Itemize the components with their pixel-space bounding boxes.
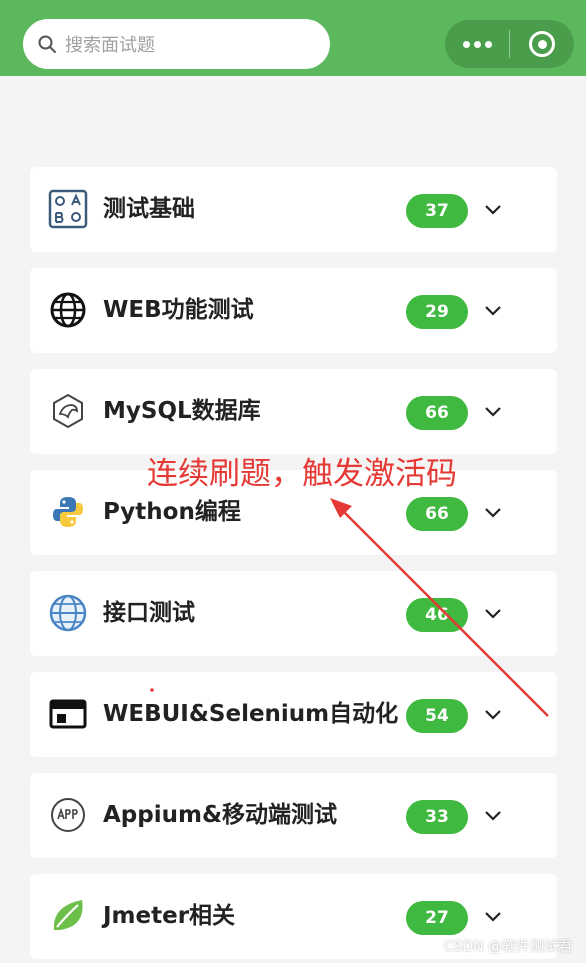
chevron-down-icon[interactable]: [484, 806, 502, 824]
category-label: WEBUI&Selenium自动化: [103, 701, 399, 727]
chevron-down-icon[interactable]: [484, 907, 502, 925]
search-placeholder: 搜索面试题: [65, 35, 155, 56]
category-item-web-functional-testing[interactable]: WEB功能测试 29: [30, 268, 557, 353]
question-count-badge: 29: [406, 295, 468, 329]
chevron-down-icon[interactable]: [484, 503, 502, 521]
leaf-icon: [48, 896, 88, 936]
question-count-badge: 66: [406, 497, 468, 531]
app-icon: [48, 795, 88, 835]
close-miniprogram-button[interactable]: [510, 20, 574, 68]
category-label: 接口测试: [103, 600, 195, 626]
category-label: 测试基础: [103, 196, 195, 222]
header-bar: 搜索面试题: [0, 0, 586, 76]
browser-window-icon: [48, 694, 88, 734]
category-label: WEB功能测试: [103, 297, 254, 323]
category-label: MySQL数据库: [103, 398, 261, 424]
miniprogram-capsule: [445, 20, 574, 68]
globe-icon: [48, 290, 88, 330]
question-count-badge: 37: [406, 194, 468, 228]
category-item-appium-mobile[interactable]: Appium&移动端测试 33: [30, 773, 557, 858]
mysql-dolphin-icon: [48, 391, 88, 431]
watermark: CSDN @软件测试君: [443, 939, 572, 955]
category-item-webui-selenium[interactable]: WEBUI&Selenium自动化 54: [30, 672, 557, 757]
abc-board-icon: [48, 189, 88, 229]
chevron-down-icon[interactable]: [484, 604, 502, 622]
question-count-badge: 27: [406, 901, 468, 935]
question-count-badge: 33: [406, 800, 468, 834]
search-icon: [38, 35, 56, 53]
question-count-badge: 66: [406, 396, 468, 430]
chevron-down-icon[interactable]: [484, 301, 502, 319]
question-count-badge: 54: [406, 699, 468, 733]
question-count-badge: 46: [406, 598, 468, 632]
category-item-testing-basics[interactable]: 测试基础 37: [30, 167, 557, 252]
python-icon: [48, 492, 88, 532]
chevron-down-icon[interactable]: [484, 705, 502, 723]
search-bar[interactable]: 搜索面试题: [23, 19, 330, 69]
category-label: Appium&移动端测试: [103, 802, 338, 828]
more-dots-icon: [462, 40, 492, 48]
chevron-down-icon[interactable]: [484, 402, 502, 420]
more-menu-button[interactable]: [445, 20, 509, 68]
chevron-down-icon[interactable]: [484, 200, 502, 218]
category-list: 测试基础 37 WEB功能测试 29 MySQL数据库 66 Python编程 …: [30, 167, 557, 963]
category-item-mysql[interactable]: MySQL数据库 66: [30, 369, 557, 454]
category-item-api-testing[interactable]: 接口测试 46: [30, 571, 557, 656]
category-label: Jmeter相关: [103, 903, 236, 929]
network-globe-icon: [48, 593, 88, 633]
target-icon: [529, 31, 555, 57]
annotation-text: 连续刷题，触发激活码: [147, 456, 457, 492]
